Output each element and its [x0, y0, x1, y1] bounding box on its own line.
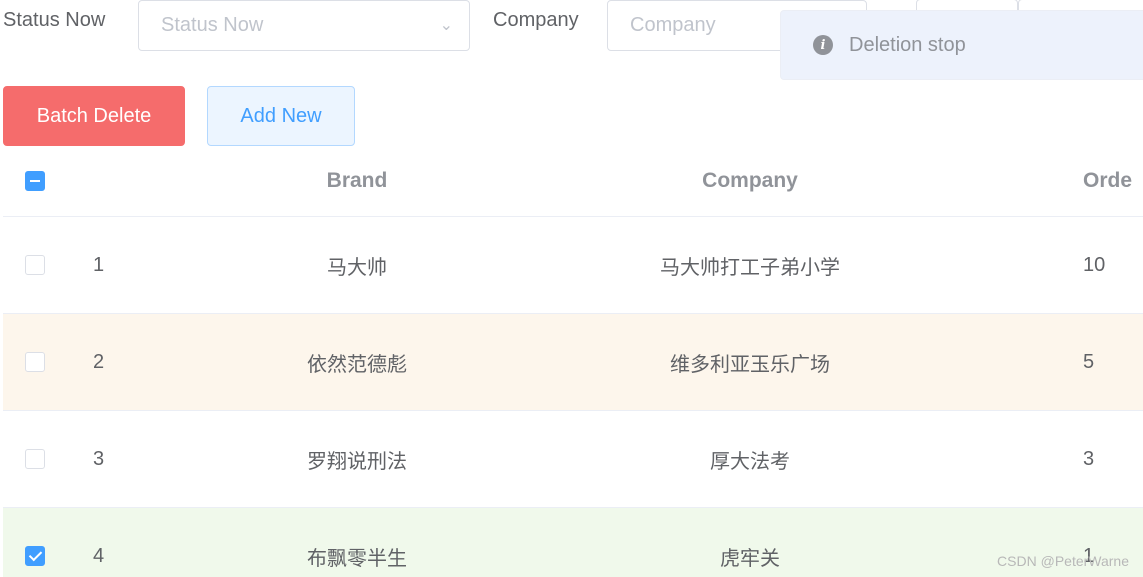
batch-delete-button[interactable]: Batch Delete [3, 86, 185, 146]
status-filter-label: Status Now [3, 9, 106, 31]
row-index: 2 [93, 350, 105, 373]
company-cell: 厚大法考 [710, 450, 790, 473]
ordered-cell: 3 [1083, 447, 1095, 470]
brand-cell: 罗翔说刑法 [307, 450, 407, 473]
column-header-brand[interactable]: Brand [207, 146, 507, 216]
status-select-placeholder: Status Now [161, 14, 264, 36]
message-toast: i Deletion stop [780, 10, 1143, 80]
table-row[interactable]: 1 马大帅 马大帅打工子弟小学 10 [3, 217, 1143, 314]
row-checkbox[interactable] [25, 546, 45, 566]
row-index: 1 [93, 253, 105, 276]
company-cell: 维多利亚玉乐广场 [670, 353, 830, 376]
brand-table: Brand Company Orde 1 马大帅 马大帅打工子弟小学 10 2 … [3, 146, 1143, 577]
row-checkbox[interactable] [25, 449, 45, 469]
row-checkbox[interactable] [25, 352, 45, 372]
company-cell: 虎牢关 [720, 547, 780, 570]
company-input-placeholder: Company [630, 14, 716, 36]
table-header-row: Brand Company Orde [3, 146, 1143, 217]
table-row[interactable]: 3 罗翔说刑法 厚大法考 3 [3, 411, 1143, 508]
column-header-company[interactable]: Company [550, 146, 950, 216]
row-index: 3 [93, 447, 105, 470]
row-index: 4 [93, 544, 105, 567]
company-filter-label: Company [493, 9, 579, 31]
watermark: CSDN @PeterWarne [997, 553, 1129, 569]
select-all-checkbox[interactable] [25, 171, 45, 191]
brand-cell: 布飘零半生 [307, 547, 407, 570]
ordered-cell: 5 [1083, 350, 1095, 373]
row-checkbox[interactable] [25, 255, 45, 275]
table-row[interactable]: 2 依然范德彪 维多利亚玉乐广场 5 [3, 314, 1143, 411]
status-select[interactable]: Status Now ⌄ [138, 0, 470, 51]
toast-message: Deletion stop [849, 33, 966, 56]
company-cell: 马大帅打工子弟小学 [660, 256, 840, 279]
add-new-button[interactable]: Add New [207, 86, 355, 146]
info-icon: i [813, 35, 833, 55]
chevron-down-icon: ⌄ [439, 17, 453, 34]
column-header-ordered[interactable]: Orde [1083, 146, 1143, 216]
brand-cell: 马大帅 [327, 256, 387, 279]
brand-cell: 依然范德彪 [307, 353, 407, 376]
table-row[interactable]: 4 布飘零半生 虎牢关 1 [3, 508, 1143, 577]
ordered-cell: 10 [1083, 253, 1106, 276]
